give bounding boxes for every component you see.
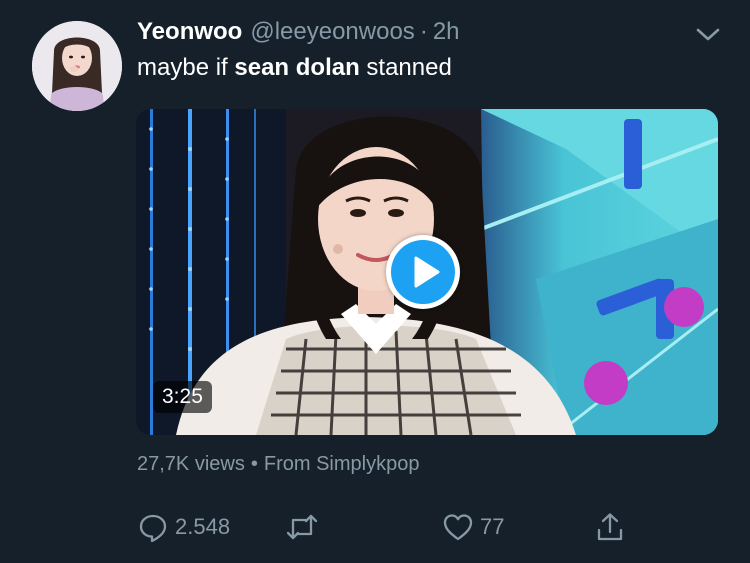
video-source[interactable]: From Simplykpop [264, 453, 420, 475]
share-button[interactable] [594, 510, 626, 544]
tweet-text-prefix: maybe if [137, 54, 235, 81]
user-handle[interactable]: @leeyeonwoos [250, 18, 414, 46]
meta-separator: • [250, 453, 258, 475]
avatar[interactable] [32, 21, 122, 111]
like-button[interactable]: 77 [442, 510, 504, 544]
like-count: 77 [480, 514, 505, 539]
tweet-text-mention: sean dolan [234, 54, 360, 81]
tweet-text-suffix: stanned [359, 54, 452, 81]
chevron-down-icon[interactable] [693, 22, 723, 46]
tweet-header: Yeonwoo @leeyeonwoos · 2h [137, 18, 460, 48]
retweet-button[interactable] [285, 510, 325, 544]
play-button[interactable] [386, 235, 460, 309]
video-duration: 3:25 [153, 381, 212, 413]
retweet-icon [286, 514, 318, 540]
play-icon [414, 256, 440, 288]
view-count: 27,7K views [137, 453, 245, 475]
reply-button[interactable]: 2.548 [137, 510, 230, 544]
share-icon [597, 513, 623, 541]
avatar-photo [32, 21, 122, 111]
display-name[interactable]: Yeonwoo [137, 18, 242, 46]
tweet-time[interactable]: 2h [433, 18, 460, 46]
heart-icon [443, 514, 473, 541]
reply-icon [139, 514, 167, 543]
reply-count: 2.548 [175, 514, 231, 539]
video-player[interactable]: 3:25 [136, 109, 718, 435]
video-meta: 27,7K views • From Simplykpop [137, 453, 419, 476]
tweet-text: maybe if sean dolan stanned [137, 53, 452, 83]
header-separator: · [419, 18, 428, 45]
